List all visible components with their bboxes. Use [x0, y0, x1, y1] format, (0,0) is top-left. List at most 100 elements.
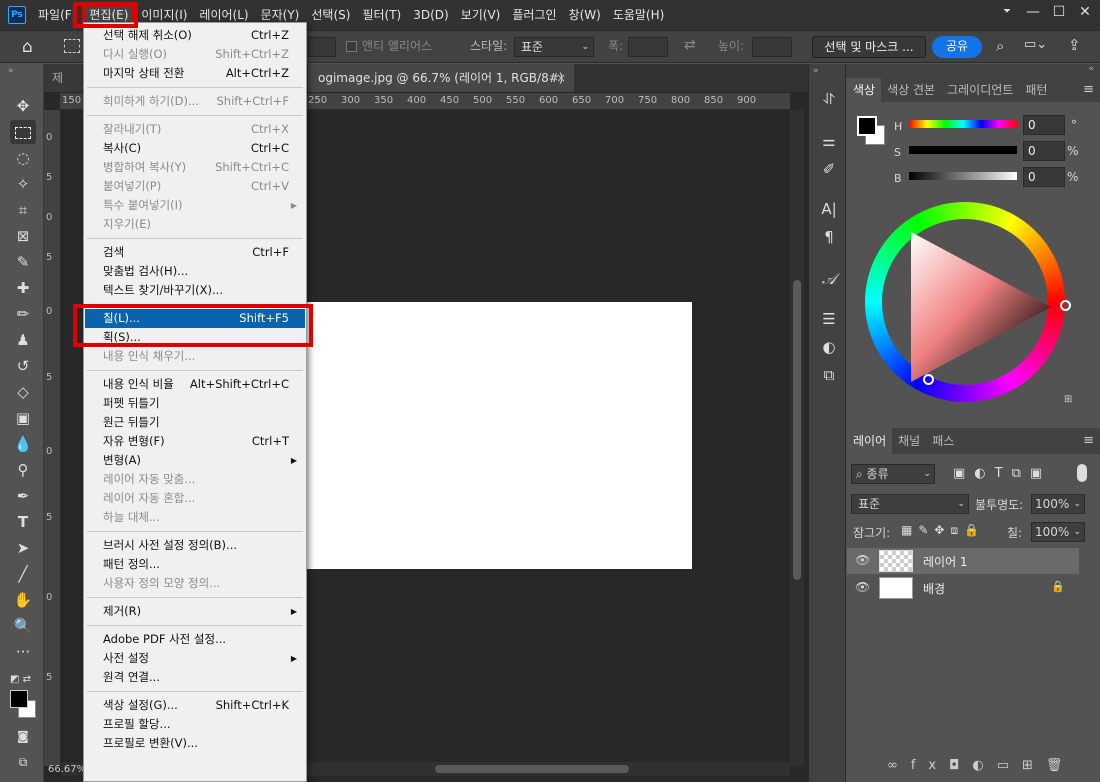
menu-view[interactable]: 보기(V)	[455, 4, 507, 26]
hand-tool-icon[interactable]: ✋	[10, 588, 36, 612]
select-and-mask-button[interactable]: 선택 및 마스크 ...	[812, 36, 926, 58]
document-canvas[interactable]	[306, 302, 692, 569]
search-icon[interactable]: ⌕	[996, 37, 1004, 55]
path-selection-icon[interactable]: ➤	[10, 536, 36, 560]
foreground-color-swatch[interactable]	[857, 116, 877, 136]
glyphs-panel-icon[interactable]: 𝒜	[818, 268, 840, 290]
layer-filter-select[interactable]: ⌕ 종류 ⌄	[851, 464, 935, 484]
vertical-scrollbar[interactable]	[790, 110, 804, 766]
tab-ogimage[interactable]: ogimage.jpg @ 66.7% (레이어 1, RGB/8#) * ×	[308, 64, 574, 113]
gradient-tool-icon[interactable]: ▣	[10, 406, 36, 430]
brightness-value-field[interactable]: 0	[1023, 167, 1065, 187]
brush-settings-icon[interactable]: ⚌	[818, 130, 840, 152]
layer-name[interactable]: 레이어 1	[923, 553, 968, 570]
layer-row[interactable]: 👁 배경 🔒	[847, 575, 1079, 601]
visibility-eye-icon[interactable]: 👁	[855, 553, 870, 567]
edit-menu-item[interactable]: 획(S)...	[85, 328, 305, 347]
tab-paths[interactable]: 패스	[926, 428, 960, 454]
zoom-tool-icon[interactable]: 🔍	[10, 614, 36, 638]
color-picker-handle[interactable]	[923, 374, 934, 385]
antialias-checkbox[interactable]	[346, 41, 357, 52]
close-tab-icon[interactable]: ×	[556, 64, 566, 92]
edit-menu-item[interactable]: 사전 설정 ▶	[85, 649, 305, 668]
edit-menu-item[interactable]: 제거(R) ▶	[85, 602, 305, 621]
crop-tool-icon[interactable]: ⌗	[10, 198, 36, 222]
collapse-icon[interactable]: »	[8, 66, 14, 76]
line-tool-icon[interactable]: ╱	[10, 562, 36, 586]
edit-menu-item[interactable]: 검색 Ctrl+F	[85, 243, 305, 262]
vertical-scroll-thumb[interactable]	[793, 280, 801, 580]
layer-name[interactable]: 배경	[923, 580, 945, 597]
collapse-icon[interactable]: »	[813, 66, 819, 76]
brightness-slider[interactable]	[909, 172, 1017, 180]
share-document-icon[interactable]: ⇪	[1068, 36, 1081, 54]
character-panel-icon[interactable]: A|	[818, 198, 840, 220]
magic-wand-icon[interactable]: ✧	[10, 172, 36, 196]
panel-menu-icon[interactable]: ≡	[1083, 82, 1094, 97]
blend-mode-select[interactable]: 표준 ⌄	[851, 494, 969, 514]
tab-swatches[interactable]: 색상 견본	[881, 78, 941, 102]
menu-select[interactable]: 선택(S)	[305, 4, 356, 26]
more-tools-icon[interactable]: ···	[10, 640, 36, 664]
brush-tool-icon[interactable]: ✏	[10, 302, 36, 326]
hue-slider[interactable]	[909, 120, 1017, 128]
history-panel-icon[interactable]: ⥯	[818, 88, 840, 110]
saturation-value-field[interactable]: 0	[1023, 141, 1065, 161]
share-button[interactable]: 공유	[932, 36, 982, 58]
edit-menu-item[interactable]: 브러시 사전 설정 정의(B)...	[85, 536, 305, 555]
adjustments-icon[interactable]: ☰	[818, 308, 840, 330]
edit-menu-item[interactable]: 내용 인식 비율 Alt+Shift+Ctrl+C	[85, 375, 305, 394]
opacity-field[interactable]: 100% ⌄	[1031, 494, 1085, 514]
edit-menu-item[interactable]: 원근 뒤틀기	[85, 413, 305, 432]
tab-gradients[interactable]: 그레이디언트	[941, 78, 1019, 102]
hue-value-field[interactable]: 0	[1023, 115, 1065, 135]
edit-menu-item[interactable]: 프로필 할당...	[85, 715, 305, 734]
height-field[interactable]	[752, 37, 792, 57]
menu-help[interactable]: 도움말(H)	[607, 4, 671, 26]
tab-untitled[interactable]: 제목	[44, 64, 82, 113]
layer-filter-icons[interactable]: ▣◐T⧉▣	[953, 466, 1051, 481]
marquee-tool-icon[interactable]	[10, 120, 36, 144]
edit-menu-item[interactable]: 색상 설정(G)... Shift+Ctrl+K	[85, 696, 305, 715]
marquee-tool-preset-icon[interactable]	[64, 39, 80, 53]
foreground-color-swatch[interactable]	[10, 690, 28, 708]
style-select[interactable]: 표준 ⌄	[514, 37, 594, 57]
expand-icon[interactable]: ⊞	[1064, 394, 1072, 405]
edit-menu-item[interactable]: 프로필로 변환(V)...	[85, 734, 305, 753]
edit-menu-item[interactable]: 원격 연결...	[85, 668, 305, 687]
blur-tool-icon[interactable]: 💧	[10, 432, 36, 456]
libraries-icon[interactable]: ⧉	[818, 364, 840, 386]
edit-menu-item[interactable]: 자유 변형(F) Ctrl+T	[85, 432, 305, 451]
menu-plugins[interactable]: 플러그인	[506, 4, 562, 26]
edit-menu-item[interactable]: 복사(C) Ctrl+C	[85, 139, 305, 158]
healing-brush-icon[interactable]: ✚	[10, 276, 36, 300]
layer-row[interactable]: 👁 레이어 1	[847, 548, 1079, 574]
tab-channels[interactable]: 채널	[892, 428, 926, 454]
visibility-eye-icon[interactable]: 👁	[855, 580, 870, 594]
hue-picker-handle[interactable]	[1060, 300, 1071, 311]
eyedropper-icon[interactable]: ✎	[10, 250, 36, 274]
stamp-tool-icon[interactable]: ♟	[10, 328, 36, 352]
home-icon[interactable]: ⌂	[22, 37, 33, 57]
panel-menu-icon[interactable]: ≡	[1083, 433, 1094, 448]
tab-layers[interactable]: 레이어	[847, 428, 893, 454]
menu-3d[interactable]: 3D(D)	[407, 4, 454, 26]
edit-menu-item[interactable]: Adobe PDF 사전 설정...	[85, 630, 305, 649]
workspace-icon[interactable]: ▭⌄	[1024, 37, 1047, 52]
properties-icon[interactable]: ◐	[818, 336, 840, 358]
edit-menu-item[interactable]: 맞춤법 검사(H)...	[85, 262, 305, 281]
tab-color[interactable]: 색상	[847, 78, 882, 102]
lasso-tool-icon[interactable]: ◌	[10, 146, 36, 170]
screen-mode-icon[interactable]: ⧉	[10, 750, 36, 774]
menu-file[interactable]: 파일(F)	[32, 4, 82, 26]
edit-menu-item[interactable]: 퍼펫 뒤틀기	[85, 394, 305, 413]
horizontal-scroll-thumb[interactable]	[435, 765, 629, 773]
pen-tool-icon[interactable]: ✒	[10, 484, 36, 508]
lock-icons[interactable]: ▦✎✥⧈🔒	[901, 523, 985, 538]
close-window-button[interactable]: ✕	[1068, 0, 1100, 26]
feather-field[interactable]	[308, 37, 336, 57]
filter-toggle[interactable]	[1077, 464, 1087, 482]
edit-menu-item[interactable]: 선택 해제 취소(O) Ctrl+Z	[85, 26, 305, 45]
type-tool-icon[interactable]: T	[10, 510, 36, 534]
history-brush-icon[interactable]: ↺	[10, 354, 36, 378]
